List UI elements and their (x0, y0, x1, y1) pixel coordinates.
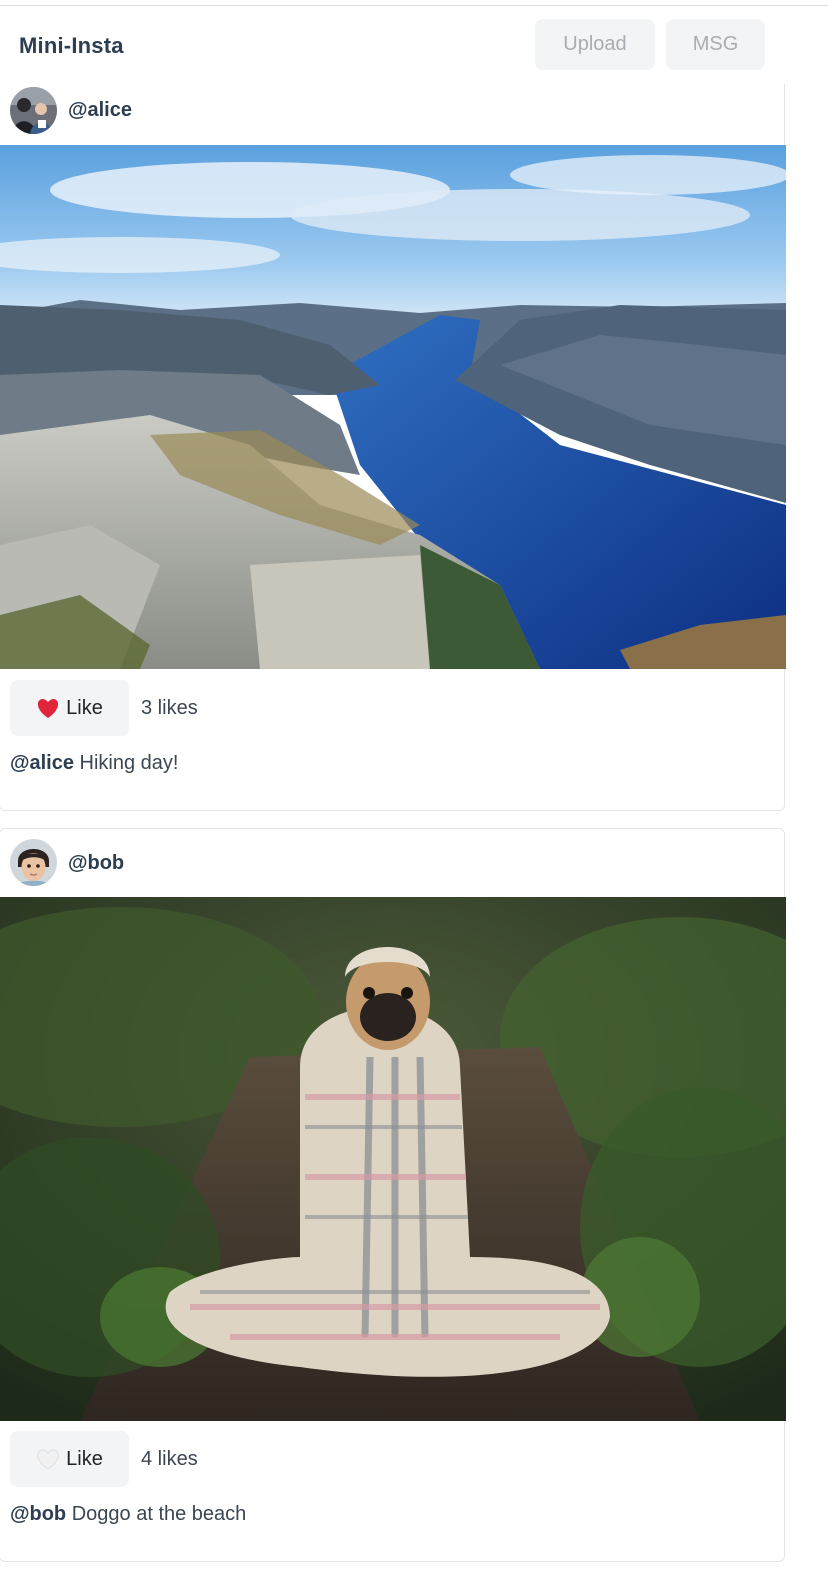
like-button[interactable]: Like (10, 680, 129, 736)
like-label: Like (66, 696, 103, 719)
msg-button[interactable]: MSG (666, 19, 765, 70)
caption-text: Hiking day! (73, 752, 179, 774)
post-actions: Like 4 likes (10, 1431, 198, 1487)
app-header: Mini-Insta Upload MSG (0, 6, 828, 84)
post-card: @alice Like 3 likes @alice Hiking day! (0, 84, 786, 811)
post-photo[interactable] (0, 897, 786, 1421)
app-brand: Mini-Insta (19, 33, 124, 58)
like-button[interactable]: Like (10, 1431, 129, 1487)
like-label: Like (66, 1447, 103, 1470)
post-actions: Like 3 likes (10, 680, 198, 736)
user-avatar[interactable] (10, 839, 57, 886)
heart-icon (36, 1448, 60, 1470)
caption-username[interactable]: @bob (10, 1503, 66, 1525)
user-avatar[interactable] (10, 87, 57, 134)
heart-icon (36, 697, 60, 719)
post-caption: @bob Doggo at the beach (10, 1503, 246, 1526)
like-count: 3 likes (141, 696, 198, 719)
post-card: @bob Like 4 likes @bob Doggo at the beac… (0, 828, 786, 1562)
caption-text: Doggo at the beach (66, 1503, 247, 1525)
post-caption: @alice Hiking day! (10, 752, 178, 775)
post-header: @alice (0, 84, 784, 145)
post-photo[interactable] (0, 145, 786, 669)
post-username[interactable]: @bob (68, 852, 124, 875)
upload-button[interactable]: Upload (535, 19, 655, 70)
like-count: 4 likes (141, 1447, 198, 1470)
post-header: @bob (0, 829, 784, 890)
caption-username[interactable]: @alice (10, 752, 74, 774)
post-username[interactable]: @alice (68, 99, 132, 122)
